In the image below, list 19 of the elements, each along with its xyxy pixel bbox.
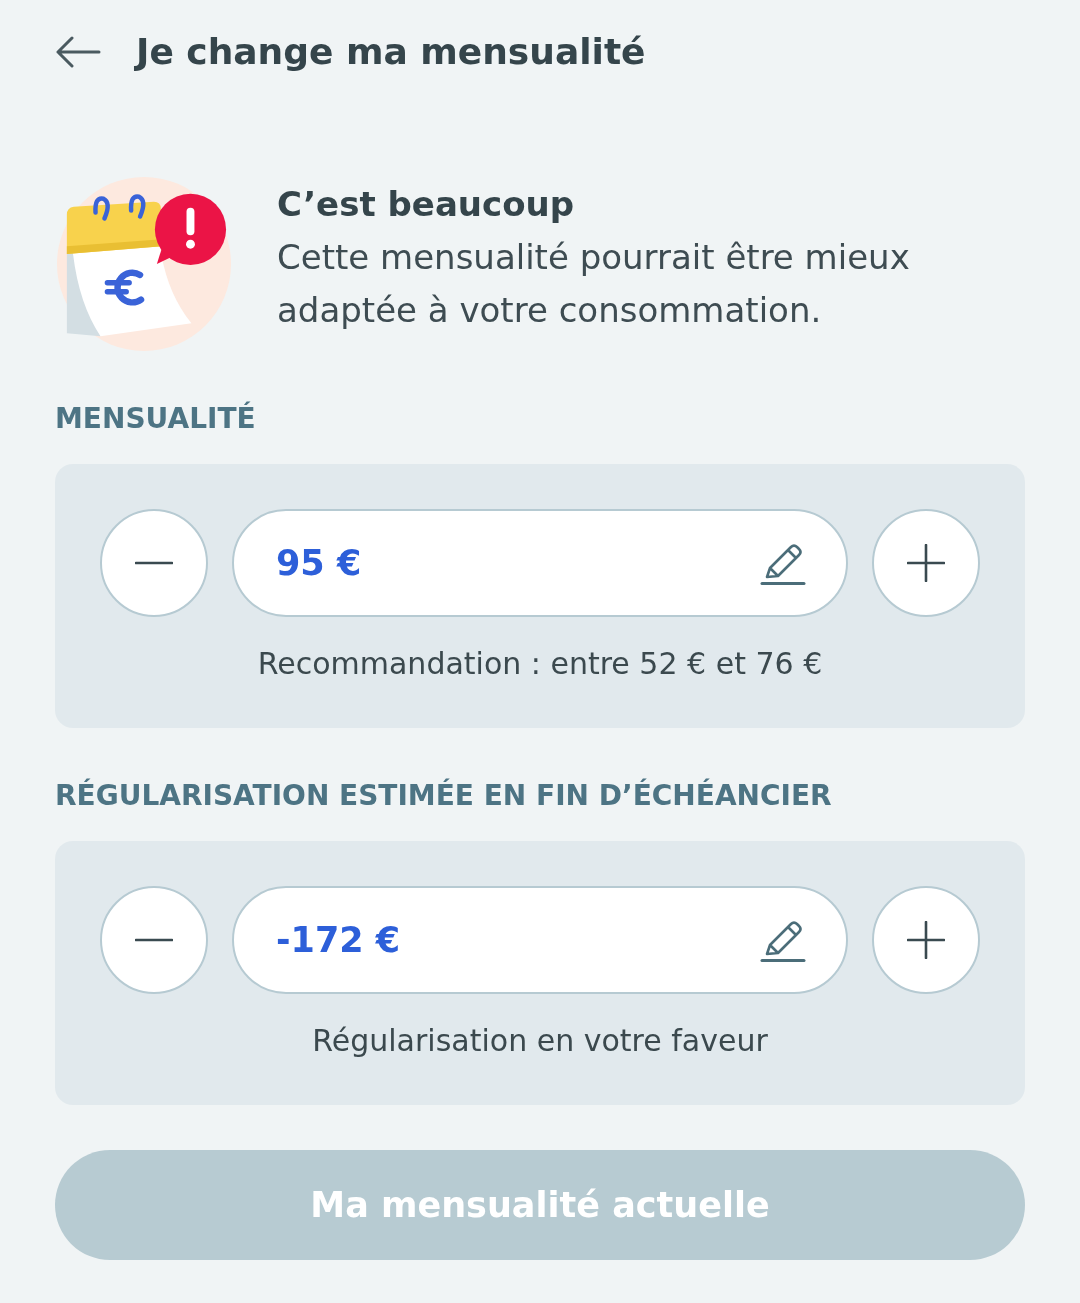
alert-title: C’est beaucoup: [277, 183, 576, 226]
minus-icon: [135, 938, 173, 942]
section-label: RÉGULARISATION ESTIMÉE EN FIN D’ÉCHÉANCIER: [55, 778, 832, 814]
amount-value: -172 €: [276, 920, 401, 960]
pencil-icon[interactable]: [760, 918, 806, 962]
amount-note: Recommandation : entre 52 € et 76 €: [257, 647, 823, 681]
back-button[interactable]: [55, 36, 101, 68]
plus-icon: [907, 544, 945, 582]
pencil-icon[interactable]: [760, 541, 806, 585]
amount-note: Régularisation en votre faveur: [312, 1024, 768, 1058]
back-arrow-icon: [55, 36, 101, 68]
amount-field[interactable]: -172 €: [232, 886, 848, 994]
plus-icon: [907, 921, 945, 959]
amount-field[interactable]: 95 €: [232, 509, 848, 617]
amount-value: 95 €: [276, 543, 362, 583]
page-title: Je change ma mensualité: [136, 30, 646, 74]
minus-icon: [135, 561, 173, 565]
section-label: MENSUALITÉ: [55, 401, 256, 437]
alert-message: Cette mensualité pourrait être mieux adaptée à votre consommation.: [277, 236, 911, 332]
